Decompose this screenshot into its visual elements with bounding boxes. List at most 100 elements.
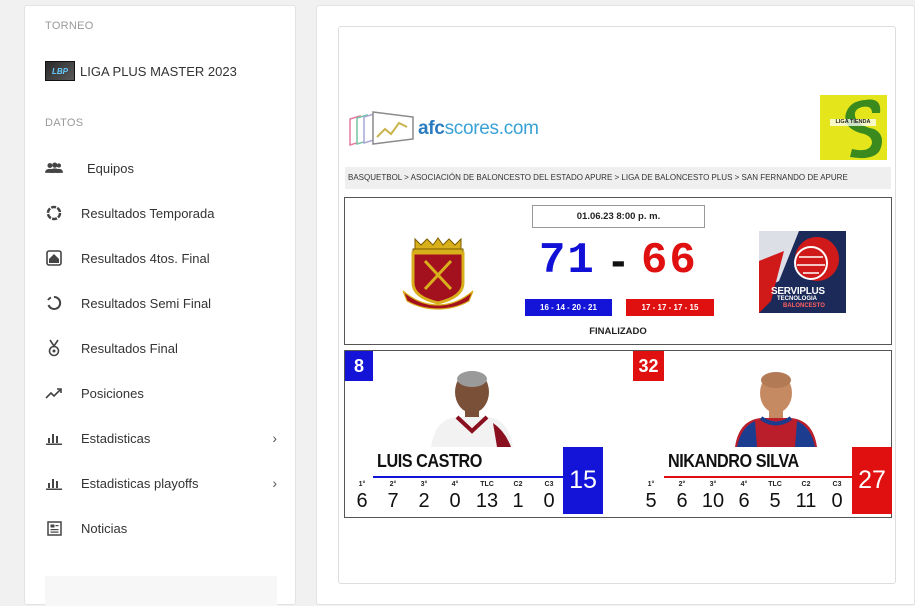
nav-label: Posiciones — [81, 385, 144, 401]
stat-value: 13 — [475, 490, 499, 512]
stat-value: 10 — [701, 490, 725, 512]
stat-header: 1° — [358, 481, 366, 488]
tournament-name: LIGA PLUS MASTER 2023 — [80, 63, 237, 79]
away-player-number: 32 — [633, 351, 664, 381]
newspaper-icon — [45, 519, 63, 537]
main-panel: afcscores.com LIGA TIENDA BASQUETBOL > A… — [316, 5, 915, 605]
trending-up-icon — [45, 384, 63, 402]
nav-item-estadisticas-playoffs[interactable]: Estadisticas playoffs › — [25, 463, 297, 503]
stat-value: 0 — [831, 490, 843, 512]
stat-header: 2° — [678, 481, 686, 488]
stat-value: 11 — [795, 490, 817, 512]
away-name-underline — [664, 476, 852, 478]
home-stat-tlc: TLC 13 — [473, 480, 501, 513]
stat-header: C3 — [544, 481, 554, 488]
home-stat-c2: C2 1 — [504, 480, 532, 513]
stat-value: 0 — [543, 490, 555, 512]
nav-label: Resultados Final — [81, 340, 178, 356]
away-player-total: 27 — [852, 447, 892, 514]
afcscores-wordmark: afcscores.com — [418, 118, 539, 140]
away-score: 66 — [641, 236, 698, 286]
away-stat-q2: 2° 6 — [668, 480, 696, 513]
nav-label: Resultados 4tos. Final — [81, 250, 210, 266]
home-quarter-scores: 16 - 14 - 20 - 21 — [525, 299, 612, 316]
sponsor-text: LIGA TIENDA — [830, 119, 876, 126]
away-stat-c3: C3 0 — [823, 480, 851, 513]
stat-header: 1° — [647, 481, 655, 488]
medal-icon — [45, 339, 63, 357]
away-player-photo[interactable] — [731, 365, 821, 447]
home-player-name[interactable]: LUIS CASTRO — [377, 447, 482, 475]
nav-label: Resultados Temporada — [81, 205, 215, 221]
nav-label: Estadisticas — [81, 430, 151, 446]
away-player-name[interactable]: NIKANDRO SILVA — [668, 447, 799, 475]
scores-text: scores.com — [444, 118, 539, 139]
away-stat-tlc: TLC 5 — [761, 480, 789, 513]
home-stat-q2: 2° 7 — [379, 480, 407, 513]
home-player-photo[interactable] — [427, 365, 517, 447]
top-players: 8 LUIS CASTRO 15 32 NIKANDRO SILVA 27 1°… — [344, 350, 892, 518]
stat-header: 4° — [451, 481, 459, 488]
sponsor-logo[interactable]: LIGA TIENDA — [820, 95, 887, 160]
away-stat-q1: 1° 5 — [637, 480, 665, 513]
stat-value: 1 — [512, 490, 524, 512]
nav-item-resultados-semi[interactable]: Resultados Semi Final — [25, 283, 297, 323]
breadcrumb[interactable]: BASQUETBOL > ASOCIACIÓN DE BALONCESTO DE… — [345, 167, 891, 189]
stat-header: 3° — [420, 481, 428, 488]
away-stat-c2: C2 11 — [792, 480, 820, 513]
nav-item-resultados-4tos[interactable]: Resultados 4tos. Final — [25, 238, 297, 278]
game-datetime: 01.06.23 8:00 p. m. — [532, 205, 705, 228]
nav-item-equipos[interactable]: Equipos — [25, 148, 297, 188]
afc-text: afc — [418, 118, 445, 139]
home-player-photo-graphic — [427, 365, 517, 447]
datos-section-title: DATOS — [45, 117, 84, 129]
nav-item-estadisticas[interactable]: Estadisticas › — [25, 418, 297, 458]
group-icon — [45, 159, 63, 177]
home-score: 71 — [539, 236, 596, 286]
away-stat-q3: 3° 10 — [699, 480, 727, 513]
scoreboard-frame: afcscores.com LIGA TIENDA BASQUETBOL > A… — [338, 26, 896, 584]
home-team-crest[interactable] — [399, 233, 477, 311]
home-stat-c3: C3 0 — [535, 480, 563, 513]
away-stat-q4: 4° 6 — [730, 480, 758, 513]
stat-value: 0 — [449, 490, 461, 512]
bar-chart-icon — [45, 429, 63, 447]
nav-item-resultados-temporada[interactable]: Resultados Temporada — [25, 193, 297, 233]
away-player-photo-graphic — [731, 365, 821, 447]
game-status: FINALIZADO — [589, 326, 647, 337]
stat-value: 6 — [738, 490, 750, 512]
nav-item-noticias[interactable]: Noticias — [25, 508, 297, 548]
stat-value: 6 — [676, 490, 688, 512]
chevron-right-icon: › — [272, 430, 277, 446]
tournament-link[interactable]: LBP LIGA PLUS MASTER 2023 — [45, 61, 237, 81]
stat-value: 6 — [356, 490, 368, 512]
afcscores-logo[interactable]: afcscores.com — [347, 109, 539, 149]
away-quarter-scores: 17 - 17 - 17 - 15 — [626, 299, 714, 316]
tournament-logo: LBP — [45, 61, 75, 81]
home-player-total: 15 — [563, 447, 603, 514]
stat-header: 4° — [740, 481, 748, 488]
stat-header: C2 — [513, 481, 523, 488]
stat-header: TLC — [768, 481, 782, 488]
donut-icon — [45, 204, 63, 222]
stat-value: 5 — [769, 490, 781, 512]
home-stat-q1: 1° 6 — [348, 480, 376, 513]
away-team-logo[interactable]: SERVIPLUS TECNOLOGIA BALONCESTO — [759, 231, 846, 313]
home-stat-q4: 4° 0 — [441, 480, 469, 513]
nav-label: Resultados Semi Final — [81, 295, 212, 311]
away-team-sub2: BALONCESTO — [783, 303, 825, 309]
afcscores-logo-graphic — [349, 111, 414, 147]
stat-header: TLC — [480, 481, 494, 488]
nav-item-resultados-final[interactable]: Resultados Final — [25, 328, 297, 368]
scoreboard: 01.06.23 8:00 p. m. 71 - 66 16 - 14 - 20… — [344, 197, 892, 345]
house-icon — [45, 249, 63, 267]
home-team-crest-graphic — [402, 237, 474, 310]
away-team-sub: TECNOLOGIA — [777, 296, 817, 302]
nav-label: Estadisticas playoffs — [81, 475, 199, 491]
nav-item-posiciones[interactable]: Posiciones — [25, 373, 297, 413]
stat-value: 7 — [387, 490, 399, 512]
torneo-section-title: TORNEO — [45, 20, 94, 32]
stat-header: C2 — [801, 481, 811, 488]
home-player-number: 8 — [345, 351, 373, 381]
nav-label: Equipos — [87, 160, 134, 176]
